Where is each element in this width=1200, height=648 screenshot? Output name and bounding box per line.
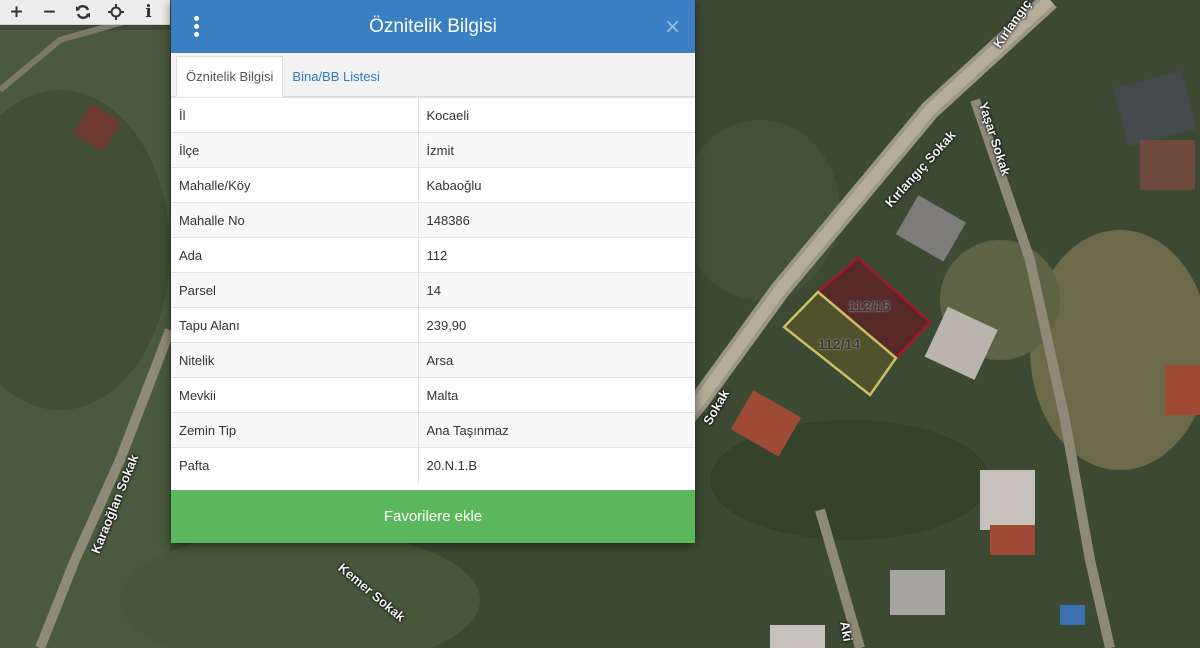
table-row: Ada 112	[171, 237, 695, 273]
attribute-key: Mahalle No	[171, 202, 419, 238]
attribute-key: İlçe	[171, 132, 419, 168]
table-row: Parsel 14	[171, 272, 695, 308]
attribute-key: Mahalle/Köy	[171, 167, 419, 203]
zoom-in-button[interactable]: +	[0, 0, 33, 24]
kebab-menu-icon[interactable]	[189, 16, 203, 38]
table-row: Pafta 20.N.1.B	[171, 447, 695, 483]
attribute-key: Tapu Alanı	[171, 307, 419, 343]
table-row: Tapu Alanı 239,90	[171, 307, 695, 343]
refresh-icon	[75, 5, 90, 19]
attribute-key: Zemin Tip	[171, 412, 419, 448]
attribute-value: Arsa	[418, 342, 695, 378]
parcel-label-112-15: 112/15	[848, 298, 891, 314]
attribute-value: 239,90	[418, 307, 695, 343]
attribute-key: Nitelik	[171, 342, 419, 378]
attribute-value: Malta	[418, 377, 695, 413]
attribute-key: Parsel	[171, 272, 419, 308]
parcel-label-112-14: 112/14	[818, 336, 861, 352]
attribute-key: İl	[171, 97, 419, 133]
crosshair-icon	[107, 4, 124, 20]
map-toolbar: + − i	[0, 0, 170, 25]
table-row: Mahalle/Köy Kabaoğlu	[171, 167, 695, 203]
table-row: İl Kocaeli	[171, 97, 695, 133]
attribute-value: 148386	[418, 202, 695, 238]
zoom-out-button[interactable]: −	[33, 0, 66, 24]
table-row: Zemin Tip Ana Taşınmaz	[171, 412, 695, 448]
plus-icon: +	[9, 2, 24, 22]
table-row: İlçe İzmit	[171, 132, 695, 168]
attribute-info-dialog: Öznitelik Bilgisi × Öznitelik Bilgisi Bi…	[171, 0, 695, 543]
tab-attribute-info[interactable]: Öznitelik Bilgisi	[176, 56, 284, 97]
close-icon[interactable]: ×	[664, 14, 681, 38]
dialog-header: Öznitelik Bilgisi ×	[171, 0, 695, 53]
attribute-value: 112	[418, 237, 695, 273]
attribute-value: Ana Taşınmaz	[418, 412, 695, 448]
attribute-value: Kocaeli	[418, 97, 695, 133]
dialog-title: Öznitelik Bilgisi	[369, 15, 497, 37]
road-label-aki: Aki	[837, 620, 856, 643]
attribute-table: İl Kocaeli İlçe İzmit Mahalle/Köy Kabaoğlu Mah…	[171, 97, 695, 483]
locate-button[interactable]	[99, 0, 132, 24]
table-row: Nitelik Arsa	[171, 342, 695, 378]
attribute-key: Pafta	[171, 447, 419, 483]
tab-building-list[interactable]: Bina/BB Listesi	[283, 57, 388, 96]
attribute-value: İzmit	[418, 132, 695, 168]
add-to-favorites-button[interactable]: Favorilere ekle	[171, 490, 695, 543]
refresh-button[interactable]	[66, 0, 99, 24]
minus-icon: −	[42, 2, 57, 22]
attribute-key: Ada	[171, 237, 419, 273]
attribute-value: 20.N.1.B	[418, 447, 695, 483]
attribute-value: 14	[418, 272, 695, 308]
dialog-tabs: Öznitelik Bilgisi Bina/BB Listesi	[171, 53, 695, 97]
info-icon: i	[145, 2, 152, 22]
attribute-value: Kabaoğlu	[418, 167, 695, 203]
table-row: Mahalle No 148386	[171, 202, 695, 238]
attribute-key: Mevkii	[171, 377, 419, 413]
info-button[interactable]: i	[132, 0, 165, 24]
table-row: Mevkii Malta	[171, 377, 695, 413]
